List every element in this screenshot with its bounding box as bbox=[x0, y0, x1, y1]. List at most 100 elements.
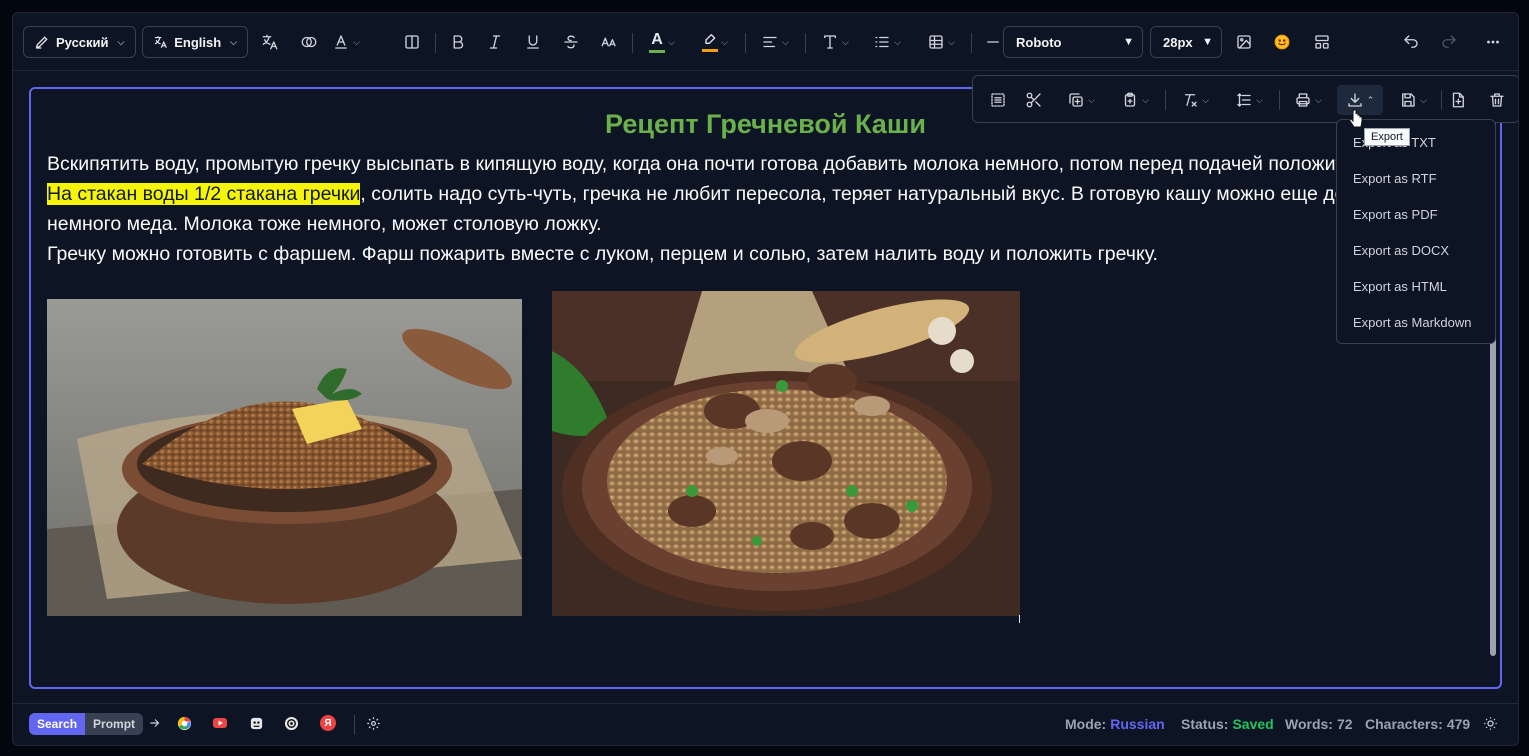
prompt-mode-option[interactable]: Prompt bbox=[85, 713, 143, 735]
assistant-icon[interactable] bbox=[248, 715, 264, 731]
redo-button[interactable] bbox=[1434, 26, 1464, 58]
emoji-icon bbox=[1274, 34, 1290, 50]
text-style-button[interactable]: ⌵ bbox=[331, 26, 361, 58]
hand-cursor-icon bbox=[1349, 109, 1363, 128]
print-button[interactable]: ⌵ bbox=[1286, 85, 1330, 115]
mode-label: Mode: bbox=[1065, 716, 1107, 732]
table-icon bbox=[929, 35, 943, 49]
table-button[interactable]: ⌵ bbox=[919, 26, 963, 58]
pen-icon bbox=[35, 36, 48, 49]
search-prompt-toggle[interactable]: Search Prompt bbox=[29, 713, 144, 735]
toolbar-separator bbox=[971, 33, 972, 53]
buckwheat-meat-image[interactable] bbox=[552, 291, 1020, 616]
copy-icon bbox=[1069, 93, 1083, 107]
floating-toolbar: ⌵ ⌵ ⌵ ⌵ ⌵ ⌃ ⌵ bbox=[972, 75, 1518, 123]
chevron-down-icon: ⌵ bbox=[782, 36, 789, 47]
font-case-button[interactable] bbox=[594, 26, 624, 58]
chevron-down-icon: ⌵ bbox=[842, 36, 849, 47]
cut-button[interactable] bbox=[1021, 85, 1047, 115]
word-count: Words: 72 bbox=[1285, 716, 1353, 732]
highlighter-icon bbox=[702, 32, 719, 52]
align-button[interactable]: ⌵ bbox=[753, 26, 797, 58]
layout-button[interactable] bbox=[1307, 26, 1337, 58]
list-icon bbox=[875, 36, 889, 48]
clipboard-icon bbox=[1124, 92, 1136, 107]
export-pdf-item[interactable]: Export as PDF bbox=[1353, 207, 1438, 222]
emoji-button[interactable] bbox=[1267, 26, 1297, 58]
export-markdown-item[interactable]: Export as Markdown bbox=[1353, 315, 1472, 330]
source-language-button[interactable]: Русский ⌵ bbox=[23, 26, 136, 58]
text-color-button[interactable]: A ⌵ bbox=[640, 26, 684, 58]
undo-button[interactable] bbox=[1396, 26, 1426, 58]
text-type-icon bbox=[824, 35, 837, 49]
yandex-icon[interactable]: Я bbox=[320, 715, 336, 731]
chevron-down-icon: ⌵ bbox=[1315, 94, 1322, 105]
toolbar-separator bbox=[1279, 90, 1280, 110]
align-left-icon bbox=[763, 36, 777, 48]
settings-button[interactable] bbox=[365, 715, 381, 731]
document-body[interactable]: Вскипятить воду, промытую гречку высыпат… bbox=[47, 149, 1477, 269]
delete-button[interactable] bbox=[1484, 85, 1510, 115]
columns-button[interactable] bbox=[397, 26, 427, 58]
theme-toggle-button[interactable] bbox=[1482, 715, 1498, 731]
font-family-value: Roboto bbox=[1016, 34, 1062, 50]
chevron-down-icon: ⌵ bbox=[117, 36, 125, 47]
search-mode-option[interactable]: Search bbox=[29, 713, 86, 735]
bold-button[interactable] bbox=[443, 26, 473, 58]
words-label: Words: bbox=[1285, 716, 1333, 732]
more-button[interactable] bbox=[1478, 26, 1508, 58]
strikethrough-button[interactable] bbox=[556, 26, 586, 58]
openai-icon[interactable] bbox=[283, 715, 299, 731]
export-rtf-item[interactable]: Export as RTF bbox=[1353, 171, 1437, 186]
select-all-button[interactable] bbox=[985, 85, 1011, 115]
document-editor[interactable]: Рецепт Гречневой Каши Вскипятить воду, п… bbox=[29, 87, 1502, 689]
target-language-button[interactable]: English ⌵ bbox=[142, 26, 248, 58]
font-size-select[interactable]: 28px ▼ bbox=[1150, 26, 1222, 58]
status-label: Status: bbox=[1181, 716, 1229, 732]
toolbar-separator bbox=[1165, 90, 1166, 110]
toolbar-separator bbox=[745, 33, 746, 53]
layout-icon bbox=[1315, 35, 1329, 49]
mode-indicator: Mode: Russian bbox=[1065, 716, 1165, 732]
target-language-label: English bbox=[174, 34, 222, 50]
new-document-button[interactable] bbox=[1445, 85, 1471, 115]
export-html-item[interactable]: Export as HTML bbox=[1353, 279, 1447, 294]
underline-button[interactable] bbox=[518, 26, 548, 58]
google-icon[interactable] bbox=[176, 715, 192, 731]
text-cursor bbox=[1019, 615, 1020, 623]
chevron-down-icon: ⌵ bbox=[1202, 94, 1209, 105]
chevron-down-icon: ⌵ bbox=[1256, 94, 1263, 105]
youtube-icon[interactable] bbox=[212, 715, 228, 731]
sun-icon bbox=[1483, 716, 1497, 730]
font-family-select[interactable]: Roboto ▼ bbox=[1003, 26, 1143, 58]
editor-app: Русский ⌵ English ⌵ ⌵ A ⌵ ⌵ ⌵ ⌵ ⌵ ⌵ Robo… bbox=[12, 12, 1519, 746]
chevron-down-icon: ⌵ bbox=[948, 36, 955, 47]
paragraph-line: На стакан воды 1/2 стакана гречки, солит… bbox=[47, 179, 1477, 209]
save-button[interactable]: ⌵ bbox=[1391, 85, 1435, 115]
words-value: 72 bbox=[1336, 716, 1353, 732]
list-button[interactable]: ⌵ bbox=[865, 26, 909, 58]
download-icon bbox=[1348, 93, 1362, 107]
highlight-color-button[interactable]: ⌵ bbox=[693, 26, 737, 58]
line-spacing-button[interactable]: ⌵ bbox=[1227, 85, 1271, 115]
insert-image-button[interactable] bbox=[1229, 26, 1259, 58]
export-docx-item[interactable]: Export as DOCX bbox=[1353, 243, 1449, 258]
chevron-down-icon: ⌵ bbox=[1142, 94, 1149, 105]
buckwheat-bowl-image[interactable] bbox=[47, 299, 522, 616]
heading-button[interactable]: ⌵ bbox=[813, 26, 857, 58]
shapes-button[interactable] bbox=[294, 26, 324, 58]
main-toolbar: Русский ⌵ English ⌵ ⌵ A ⌵ ⌵ ⌵ ⌵ ⌵ ⌵ Robo… bbox=[13, 13, 1518, 71]
paragraph-line: Гречку можно готовить с фаршем. Фарш пож… bbox=[47, 243, 1158, 265]
copy-button[interactable]: ⌵ bbox=[1059, 85, 1103, 115]
clear-format-button[interactable]: ⌵ bbox=[1173, 85, 1217, 115]
italic-button[interactable] bbox=[480, 26, 510, 58]
character-count: Characters: 479 bbox=[1365, 716, 1470, 732]
select-all-icon bbox=[991, 93, 1005, 107]
send-arrow-icon[interactable] bbox=[147, 715, 163, 731]
translate-button[interactable] bbox=[255, 26, 285, 58]
toolbar-separator bbox=[632, 33, 633, 53]
italic-icon bbox=[489, 35, 501, 49]
paste-button[interactable]: ⌵ bbox=[1113, 85, 1157, 115]
letter-case-icon bbox=[601, 37, 616, 47]
source-language-label: Русский bbox=[56, 34, 109, 50]
